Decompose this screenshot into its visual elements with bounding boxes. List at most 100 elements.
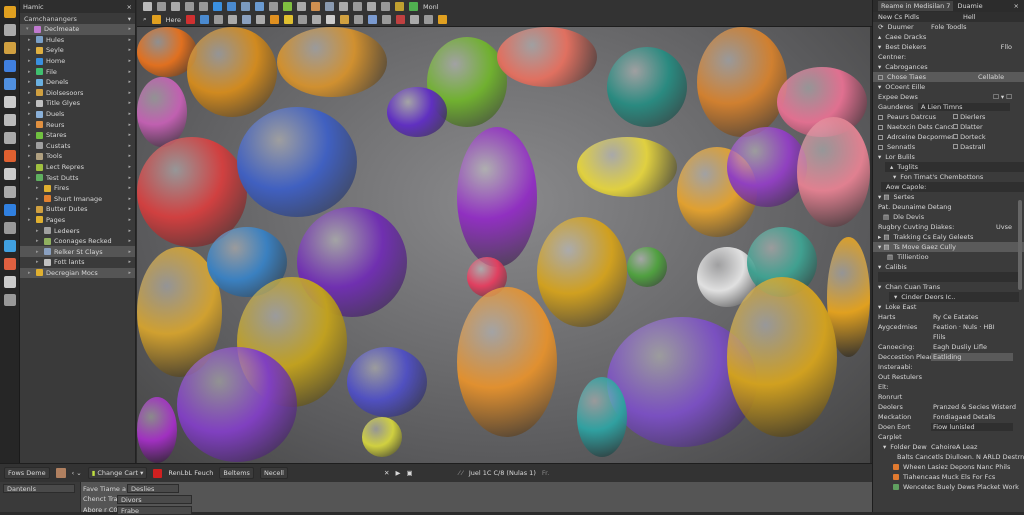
tool-icon[interactable] [3,204,16,216]
calibis-field[interactable] [878,272,1019,282]
tool-icon[interactable] [3,114,16,126]
toolbar-icon[interactable] [339,2,348,11]
here-label[interactable]: Here [166,16,181,24]
cabrogances-section[interactable]: ▾ Cabrogances [873,62,1024,72]
property-row[interactable]: Deolers Pranzed & Secies Wisterd [873,402,1024,412]
tool-icon[interactable]: ✕ [384,469,389,477]
property-row[interactable]: Deccestion Pleangs Eatliding [873,352,1024,362]
toolbar-icon[interactable] [381,2,390,11]
tree-item[interactable]: ▸ Denels ▸ [20,77,135,88]
tuglits-dropdown[interactable]: ▴ Tuglits [885,162,1024,172]
file-item[interactable]: Wencetec Buely Dews Placket Work [873,482,1024,492]
property-value[interactable]: Feation · Nuls · HBI [931,323,1013,331]
tree-item[interactable]: ▸ Stares ▸ [20,130,135,141]
property-row[interactable]: Elt: [873,382,1024,392]
ocoent-section[interactable]: ▾ OCoent Eille [873,82,1024,92]
property-row[interactable]: Out Restulers [873,372,1024,382]
search-icon[interactable]: ⌕ [143,15,147,24]
tool-icon[interactable] [3,96,16,108]
toolbar-icon[interactable] [256,15,266,24]
move-section[interactable]: ▾ ▤ Ts Move Gaez Cully [873,242,1024,252]
loke-section[interactable]: ▾ Loke East [873,302,1024,312]
tree-item[interactable]: ▸ Decregian Mocs ▸ [20,267,135,279]
aow-field[interactable]: Aow Capole: [881,182,1024,192]
close-icon[interactable]: × [127,3,132,11]
tree-item[interactable]: ▸ Seyle ▸ [20,45,135,56]
toolbar-icon[interactable] [396,15,406,24]
property-row[interactable]: Ronrurt [873,392,1024,402]
trakking-section[interactable]: ▸ ▤ Trakking Cs Ealy Geleets [873,232,1024,242]
toolbar-icon[interactable] [311,2,320,11]
divors-dropdown[interactable]: Divors [117,495,192,504]
tree-item[interactable]: ▸ Butter Dutes ▸ [20,204,135,215]
toolbar-icon[interactable] [185,2,194,11]
property-row[interactable]: Insteraabi: [873,362,1024,372]
expand-icon[interactable]: ▸ [28,206,33,212]
toolbar-icon[interactable] [353,2,362,11]
best-row[interactable]: ▾ Best Diekers Fllo [873,42,1024,52]
duumer-row[interactable]: ⟳ Duumer Fole Toodls [873,22,1024,32]
expand-icon[interactable]: ▸ [28,270,33,276]
property-row[interactable]: Harts Ry Ce Eatates [873,312,1024,322]
expand-icon[interactable]: ▸ [36,185,41,191]
toolbar-icon[interactable] [298,15,308,24]
property-row[interactable]: Aygcedmies Feation · Nuls · HBI [873,322,1024,332]
folder-row[interactable]: ▾ Folder Dew CahoireA Leaz [873,442,1024,452]
property-value[interactable]: Eagh Dusliy Lifle [931,343,1013,351]
property-row[interactable]: Carplet [873,432,1024,442]
toolbar-icon[interactable] [242,15,252,24]
necell-button[interactable]: Necell [259,467,288,479]
tab-duamie[interactable]: Duamie [957,2,982,10]
tree-item[interactable]: ▸ File ▸ [20,66,135,77]
toolbar-icon[interactable] [354,15,364,24]
chan-section[interactable]: ▾ Chan Cuan Trans [873,282,1024,292]
tool-icon[interactable] [3,78,16,90]
expand-icon[interactable]: ▸ [28,90,33,96]
tree-item[interactable]: ▸ Coonages Recked ▸ [20,236,135,247]
expand-icon[interactable]: ▸ [28,153,33,159]
tree-item[interactable]: ▸ Diolsesoors ▸ [20,88,135,99]
expand-icon[interactable]: ▸ [36,196,41,202]
expand-icon[interactable]: ▸ [36,259,41,265]
dle-item[interactable]: ▤ Dle Devis [873,212,1024,222]
expand-icon[interactable]: ▸ [28,143,33,149]
toolbar-icon[interactable] [214,15,224,24]
tool-icon[interactable] [3,24,16,36]
toolbar-icon[interactable] [283,2,292,11]
checkbox[interactable] [953,124,958,129]
rugbry-row[interactable]: Rugbry Cuvting Diakes: Uvse [873,222,1024,232]
checkbox[interactable] [878,134,883,140]
tab-medisilan[interactable]: Reame in Medisilan 7 [878,1,954,11]
property-value[interactable]: Eatliding [931,353,1013,361]
tree-item[interactable]: ▸ Custats ▸ [20,141,135,152]
expand-icon[interactable]: ▸ [36,249,41,255]
chevron-down-icon[interactable]: ▾ [128,15,131,23]
tree-item[interactable]: ▸ Ledeers ▸ [20,225,135,236]
toolbar-icon[interactable] [255,2,264,11]
checkbox[interactable] [953,134,958,139]
toolbar-icon[interactable] [325,2,334,11]
property-value[interactable]: Pranzed & Secies Wisterd [931,403,1016,411]
toolbar-icon[interactable] [186,15,196,24]
tool-icon[interactable] [3,168,16,180]
close-icon[interactable]: × [1014,2,1019,10]
new-row[interactable]: New Cs Pidls Hell [873,12,1024,22]
property-row[interactable]: Meckation Fondiagaed Detalls [873,412,1024,422]
tool-icon[interactable] [3,186,16,198]
toolbar-icon[interactable] [382,15,392,24]
play-icon[interactable]: ▶ [395,469,400,477]
chose-row[interactable]: Chose Tiaes Cellable [873,72,1024,82]
expand-icon[interactable]: ▸ [28,132,33,138]
cinder-dropdown[interactable]: ▾ Cinder Deors Ic.. [889,292,1019,302]
calibis-section[interactable]: ▾ Calibis [873,262,1024,272]
expee-row[interactable]: Expee Dews ☐ ▾ ☐ [873,92,1024,102]
toolbar-icon[interactable] [326,15,336,24]
expand-icon[interactable]: ▸ [36,228,41,234]
deslies-dropdown[interactable]: Deslies [127,484,179,493]
property-value[interactable]: Fondiagaed Detalls [931,413,1013,421]
expand-icon[interactable]: ▾ [26,26,31,32]
tree-item[interactable]: ▸ Relker St Clays ▸ [20,246,135,258]
toolbar-icon[interactable] [284,15,294,24]
toolbar-icon[interactable] [340,15,350,24]
tree-item[interactable]: ▸ Reurs ▸ [20,119,135,130]
